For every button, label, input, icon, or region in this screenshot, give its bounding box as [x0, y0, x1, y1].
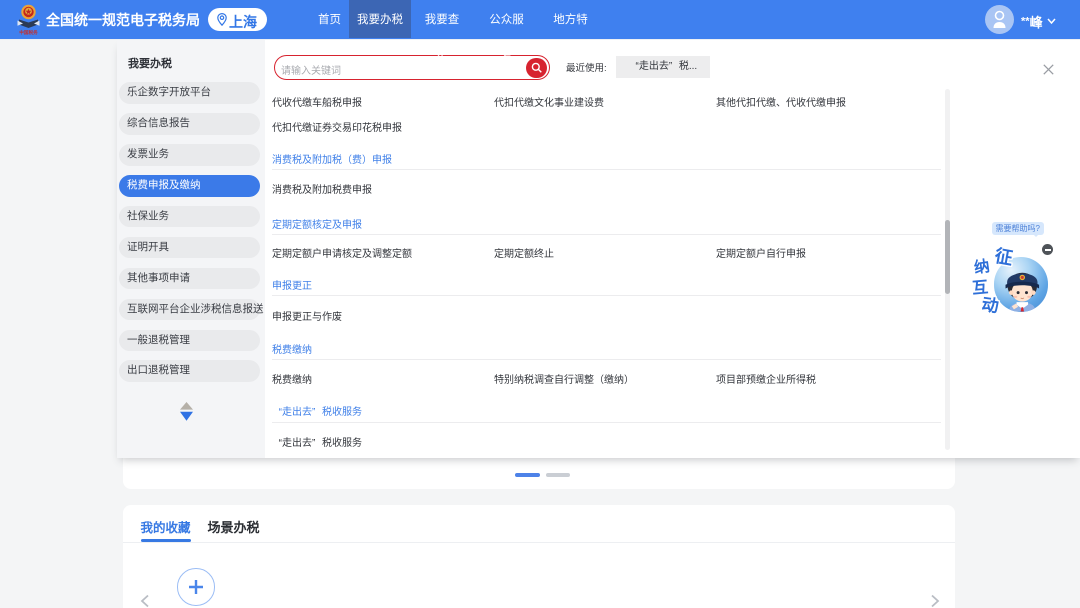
svg-text:中国税务: 中国税务 — [19, 29, 38, 35]
